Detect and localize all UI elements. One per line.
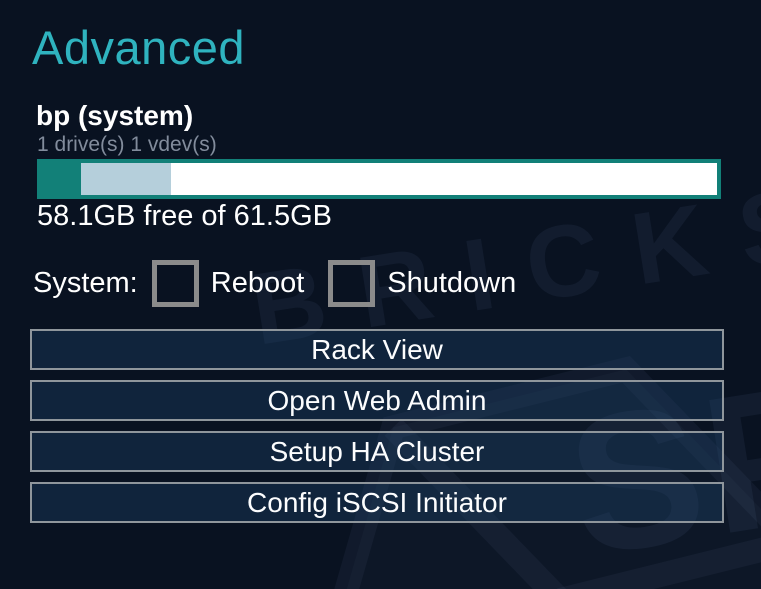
reboot-checkbox[interactable] [151, 259, 199, 307]
setup-ha-cluster-button[interactable]: Setup HA Cluster [30, 431, 724, 472]
usage-bar [37, 159, 721, 199]
pool-name: bp (system) [36, 100, 194, 131]
advanced-screen: BRICKS SP Advanced bp (system) 1 drive(s… [0, 0, 761, 589]
shutdown-checkbox[interactable] [328, 259, 376, 307]
advanced-content: Advanced bp (system) 1 drive(s) 1 vdev(s… [0, 0, 761, 589]
shutdown-checkbox-label: Shutdown [387, 266, 517, 299]
pool-meta: 1 drive(s) 1 vdev(s) [37, 133, 217, 156]
page-title: Advanced [32, 21, 246, 74]
open-web-admin-button[interactable]: Open Web Admin [30, 380, 724, 421]
usage-segment-used [41, 163, 81, 195]
action-button-stack: Rack View Open Web Admin Setup HA Cluste… [30, 329, 724, 523]
reboot-checkbox-label: Reboot [210, 266, 305, 299]
usage-segment-reserved [80, 163, 171, 195]
system-label: System: [33, 266, 138, 299]
config-iscsi-initiator-button[interactable]: Config iSCSI Initiator [30, 482, 724, 523]
usage-segment-free [170, 163, 717, 195]
rack-view-button[interactable]: Rack View [30, 329, 724, 370]
system-controls-row: System: Reboot Shutdown [33, 258, 516, 308]
capacity-summary: 58.1GB free of 61.5GB [37, 200, 333, 232]
